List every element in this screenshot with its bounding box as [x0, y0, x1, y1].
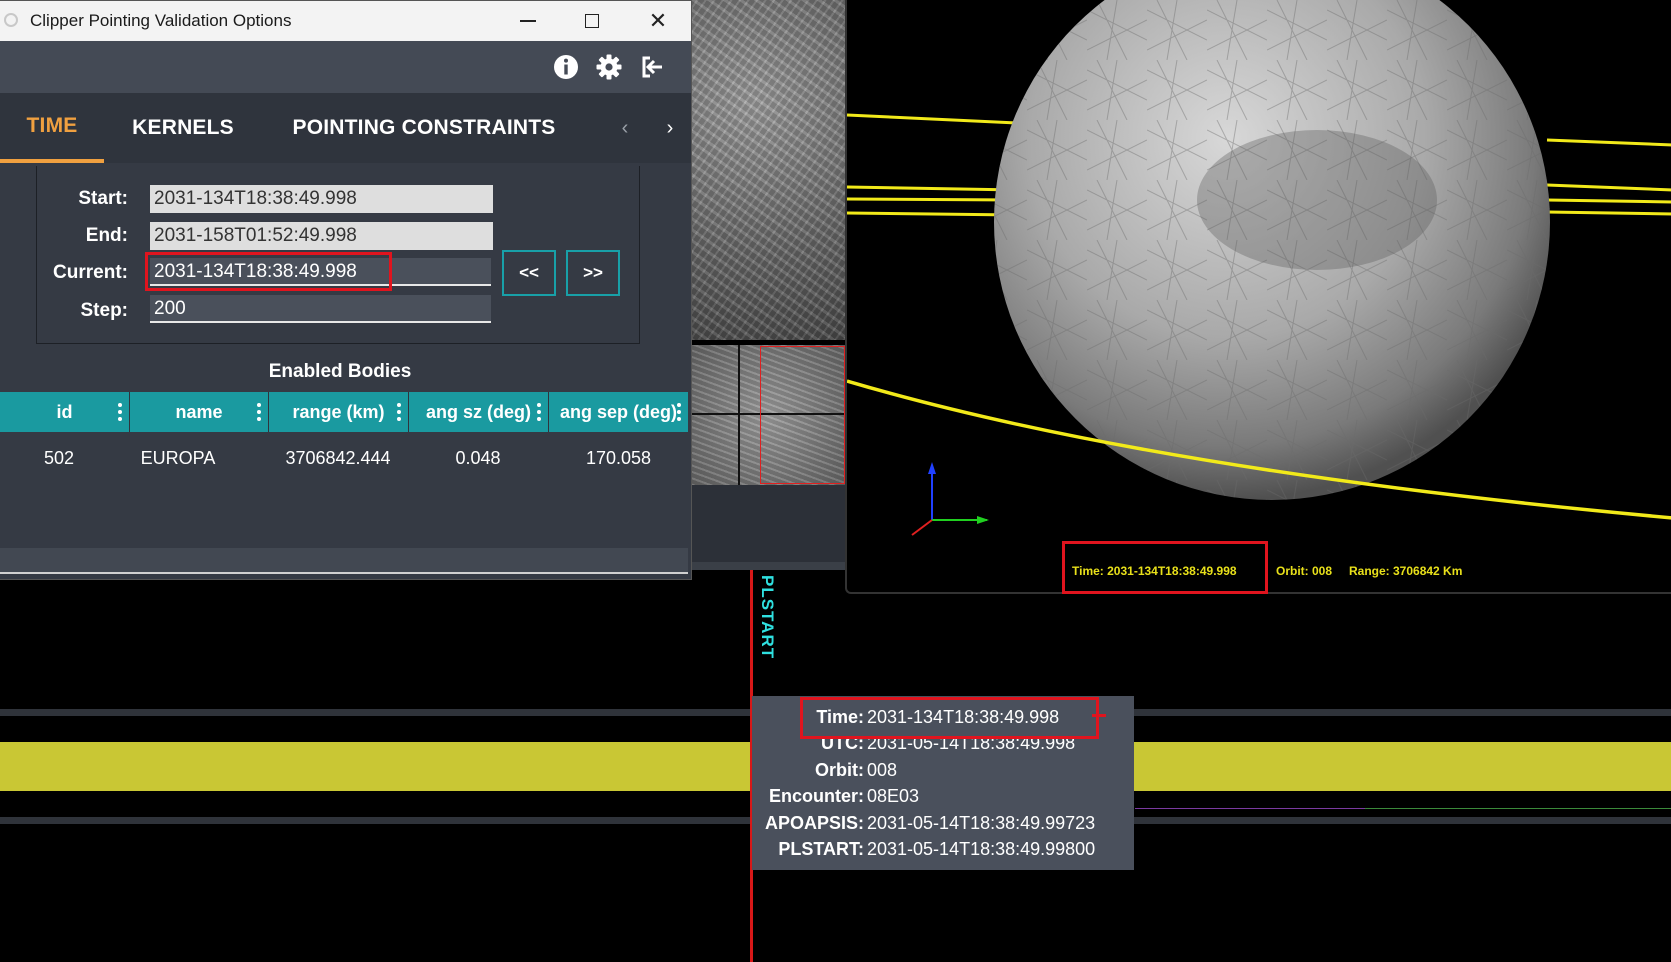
tab-scroll-left-icon[interactable]: ‹ [610, 93, 640, 163]
tooltip-row-orbit: Orbit: 008 [752, 757, 1134, 784]
tab-pointing-constraints[interactable]: POINTING CONSTRAINTS [268, 93, 580, 163]
column-menu-icon[interactable] [537, 403, 541, 421]
tooltip-value: 2031-05-14T18:38:49.99800 [867, 839, 1096, 860]
start-field: 2031-134T18:38:49.998 [150, 185, 493, 213]
cell-name: EUROPA [140, 448, 216, 468]
column-menu-icon[interactable] [118, 403, 122, 421]
cell-ang-sz: 0.048 [455, 448, 501, 468]
column-header-label: id [56, 401, 73, 422]
bodies-table-header: id name range (km) ang sz (deg) ang sep … [0, 392, 688, 432]
start-label: Start: [78, 188, 128, 209]
close-button[interactable]: ✕ [626, 1, 690, 41]
exit-icon[interactable] [638, 53, 666, 81]
column-menu-icon[interactable] [257, 403, 261, 421]
gear-icon[interactable] [595, 53, 623, 81]
minimize-icon [520, 20, 536, 22]
tab-time[interactable]: TIME [0, 93, 104, 163]
step-input[interactable]: 200 [150, 295, 491, 323]
column-header-name[interactable]: name [130, 392, 269, 432]
column-header-id[interactable]: id [0, 392, 130, 432]
thumbnail-selection-box [760, 346, 845, 484]
column-header-label: range (km) [292, 401, 385, 422]
orbit-track [1546, 210, 1671, 216]
europa-3d-view[interactable] [845, 0, 1671, 594]
tab-scroll-right-icon[interactable]: › [655, 93, 685, 163]
timeline-cursor-label: PLSTART [758, 575, 777, 660]
viewer-footer-panel [690, 485, 845, 570]
window-title: Clipper Pointing Validation Options [30, 11, 292, 30]
thumbnail-divider-vertical [738, 345, 740, 485]
step-back-button[interactable]: << [502, 250, 556, 296]
orbit-track [847, 113, 1018, 125]
column-header-range[interactable]: range (km) [269, 392, 409, 432]
highlight-box-tooltip-time [800, 697, 1099, 739]
europa-dark-region [1197, 130, 1437, 270]
hud-orbit: Orbit: 008 [1276, 564, 1333, 578]
highlight-box-hud-time [1062, 541, 1268, 594]
column-header-ang-sep[interactable]: ang sep (deg) [549, 392, 688, 432]
orbit-track [847, 197, 1018, 202]
orbit-track [1546, 138, 1671, 147]
column-header-label: ang sz (deg) [425, 401, 531, 422]
tooltip-row-plstart: PLSTART: 2031-05-14T18:38:49.99800 [752, 837, 1134, 864]
column-menu-icon[interactable] [397, 403, 401, 421]
timeline-segment-green [1365, 808, 1671, 809]
tab-bar: TIME KERNELS POINTING CONSTRAINTS ‹ › [0, 93, 691, 163]
europa-scene [847, 0, 1671, 536]
pointing-validation-dialog: Clipper Pointing Validation Options ✕ TI… [0, 0, 692, 580]
tooltip-row-apoapsis: APOAPSIS: 2031-05-14T18:38:49.99723 [752, 810, 1134, 837]
window-titlebar[interactable]: Clipper Pointing Validation Options ✕ [0, 1, 691, 41]
dialog-toolbar [0, 41, 691, 93]
app-icon [4, 13, 18, 27]
tooltip-value: 2031-05-14T18:38:49.99723 [867, 812, 1096, 833]
column-header-label: name [175, 401, 223, 422]
orbit-track [847, 185, 1018, 192]
tab-kernels[interactable]: KERNELS [118, 93, 248, 163]
maximize-button[interactable] [560, 1, 624, 41]
cell-range: 3706842.444 [285, 448, 391, 468]
end-label: End: [85, 225, 128, 246]
tooltip-value: 08E03 [867, 786, 920, 807]
column-header-ang-sz[interactable]: ang sz (deg) [409, 392, 549, 432]
current-label: Current: [53, 262, 128, 283]
tooltip-row-encounter: Encounter: 08E03 [752, 784, 1134, 811]
axis-x [911, 519, 933, 536]
axis-y-arrow [977, 516, 989, 524]
tooltip-key: PLSTART: [778, 839, 864, 860]
end-field: 2031-158T01:52:49.998 [150, 222, 493, 250]
orbit-track [1546, 198, 1671, 204]
tooltip-key: Orbit: [815, 759, 864, 780]
step-forward-button[interactable]: >> [566, 250, 620, 296]
enabled-bodies-title: Enabled Bodies [268, 361, 412, 382]
close-icon: ✕ [648, 8, 668, 33]
table-scrollbar[interactable] [0, 548, 688, 574]
hud-range: Range: 3706842 Km [1349, 564, 1463, 578]
highlight-box-current-time [145, 252, 392, 291]
orbit-track [847, 211, 1018, 217]
cell-id: 502 [43, 448, 75, 468]
orbit-track [1546, 183, 1671, 192]
minimize-button[interactable] [496, 1, 560, 41]
maximize-icon [585, 14, 599, 28]
step-label: Step: [80, 300, 129, 321]
tooltip-key: Encounter: [768, 786, 864, 807]
info-icon[interactable] [552, 53, 580, 81]
cell-ang-sep: 170.058 [585, 448, 652, 468]
column-menu-icon[interactable] [677, 403, 681, 421]
image-viewer-main[interactable] [690, 0, 845, 340]
column-header-label: ang sep (deg) [559, 401, 677, 422]
timeline-segment-purple [1135, 808, 1365, 809]
axis-z-arrow [928, 462, 936, 474]
tooltip-value: 008 [867, 759, 898, 780]
tooltip-key: APOAPSIS: [764, 812, 864, 833]
